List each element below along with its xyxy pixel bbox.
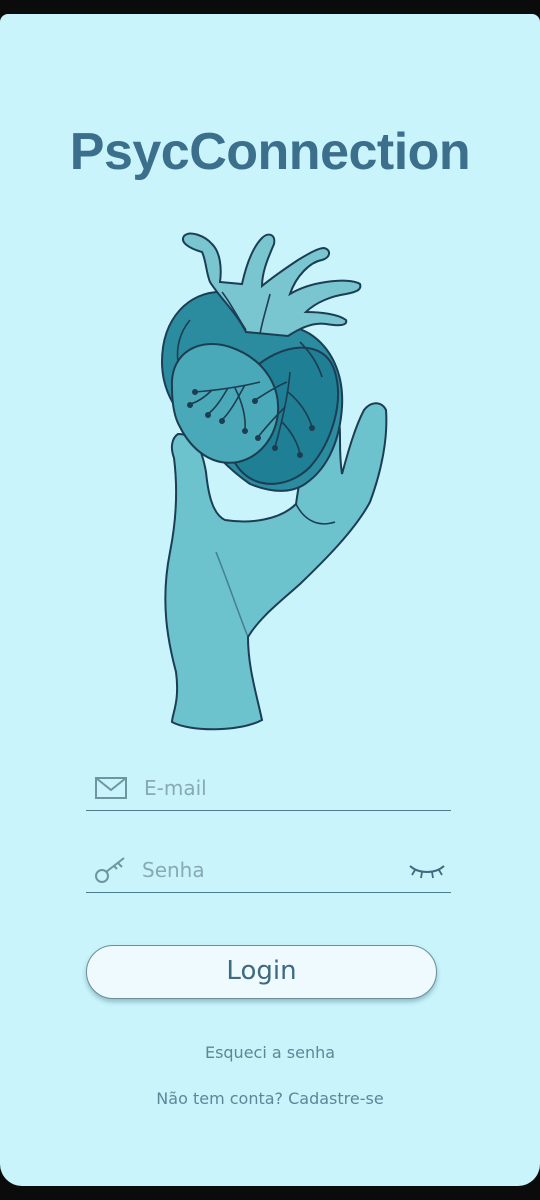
hand-holding-heart-illustration <box>160 232 388 731</box>
forgot-password-link[interactable]: Esqueci a senha <box>0 1043 540 1062</box>
eye-closed-icon[interactable] <box>407 858 447 882</box>
envelope-icon <box>95 777 127 799</box>
signup-link[interactable]: Não tem conta? Cadastre-se <box>0 1089 540 1108</box>
email-input[interactable] <box>144 772 384 804</box>
key-icon <box>95 857 125 883</box>
login-screen: PsycConnection E-mail Login Esqueci a se… <box>0 14 540 1186</box>
password-field[interactable] <box>86 852 451 893</box>
password-input[interactable] <box>142 854 382 886</box>
app-title: PsycConnection <box>69 123 471 181</box>
login-button[interactable]: Login <box>86 945 437 999</box>
email-field[interactable] <box>86 770 451 811</box>
